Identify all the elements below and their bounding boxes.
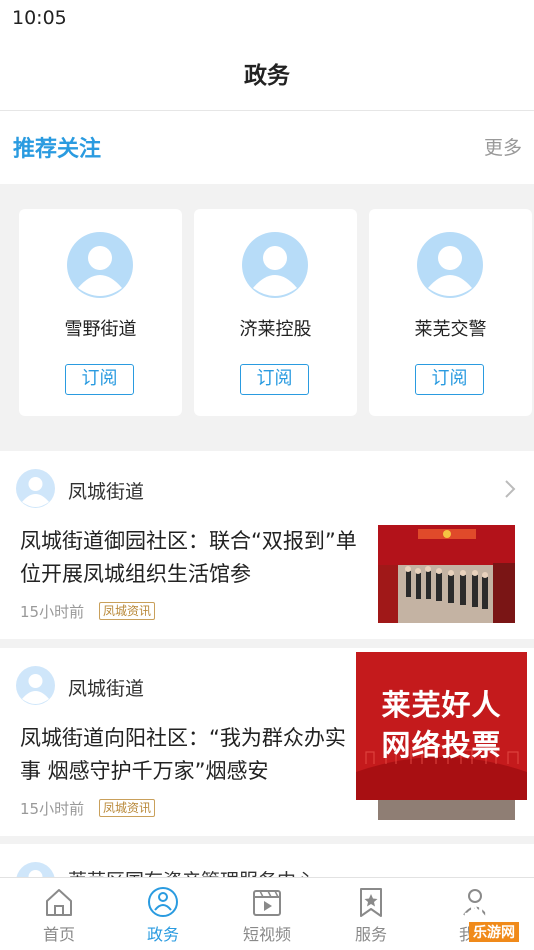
tab-label: 政务 [146, 925, 179, 944]
recommend-card[interactable]: 莱芜交警 订阅 [369, 209, 532, 416]
news-headline[interactable]: 凤城街道御园社区：联合“双报到”单位开展凤城组织生活馆参 [20, 525, 360, 591]
recommend-cards: 雪野街道 订阅 济莱控股 订阅 莱芜交警 订阅 [0, 184, 534, 449]
video-icon [253, 890, 281, 916]
news-headline[interactable]: 凤城街道向阳社区：“我为群众办实事 烟感守护千万家”烟感安 [20, 722, 360, 788]
news-time: 15小时前 [20, 603, 85, 621]
tab-label: 短视频 [242, 925, 291, 944]
watermark-brand: 962 [395, 899, 451, 932]
news-thumbnail[interactable] [378, 525, 515, 623]
tab-home[interactable]: 首页 [19, 878, 99, 950]
promo-line-1: 莱芜好人 [381, 688, 502, 722]
site-watermark: 962 .NET 乐游网 [393, 893, 534, 945]
watermark-sub: 乐游网 [469, 922, 519, 942]
status-time: 10:05 [12, 7, 67, 29]
avatar-icon [417, 232, 483, 298]
news-tag: 凤城资讯 [99, 602, 156, 620]
recommend-card[interactable]: 雪野街道 订阅 [19, 209, 182, 416]
card-name: 济莱控股 [239, 319, 312, 340]
card-name: 雪野街道 [64, 319, 137, 340]
title-bar: 政务 [0, 38, 534, 111]
gov-icon [148, 887, 178, 917]
subscribe-button[interactable]: 订阅 [65, 364, 134, 395]
chevron-right-icon[interactable] [500, 479, 520, 499]
card-name: 莱芜交警 [414, 319, 487, 340]
status-bar: 10:05 [0, 0, 534, 38]
news-item[interactable]: 凤城街道 凤城街道御园社区：联合“双报到”单位开展凤城组织生活馆参 15小时前 … [0, 451, 534, 639]
promo-line-2: 网络投票 [381, 728, 502, 762]
source-avatar-icon [16, 666, 55, 705]
source-name[interactable]: 凤城街道 [68, 477, 144, 504]
watermark-suffix: .NET [463, 901, 507, 921]
avatar-icon [242, 232, 308, 298]
news-tag: 凤城资讯 [99, 799, 156, 817]
recommend-header: 推荐关注 更多 [0, 111, 534, 184]
service-icon [360, 888, 382, 917]
more-link[interactable]: 更多 [484, 133, 522, 160]
page-title: 政务 [244, 63, 290, 89]
tab-gov[interactable]: 政务 [123, 878, 203, 950]
tab-label: 首页 [42, 925, 75, 944]
promo-banner[interactable]: 莱芜好人 网络投票 [356, 652, 527, 800]
source-avatar-icon [16, 469, 55, 508]
recommend-card[interactable]: 济莱控股 订阅 [194, 209, 357, 416]
subscribe-button[interactable]: 订阅 [415, 364, 484, 395]
home-icon [46, 889, 72, 916]
avatar-icon [67, 232, 133, 298]
tab-video[interactable]: 短视频 [227, 878, 307, 950]
subscribe-button[interactable]: 订阅 [240, 364, 309, 395]
recommend-title: 推荐关注 [13, 137, 102, 162]
news-time: 15小时前 [20, 800, 85, 818]
source-name[interactable]: 凤城街道 [68, 674, 144, 701]
